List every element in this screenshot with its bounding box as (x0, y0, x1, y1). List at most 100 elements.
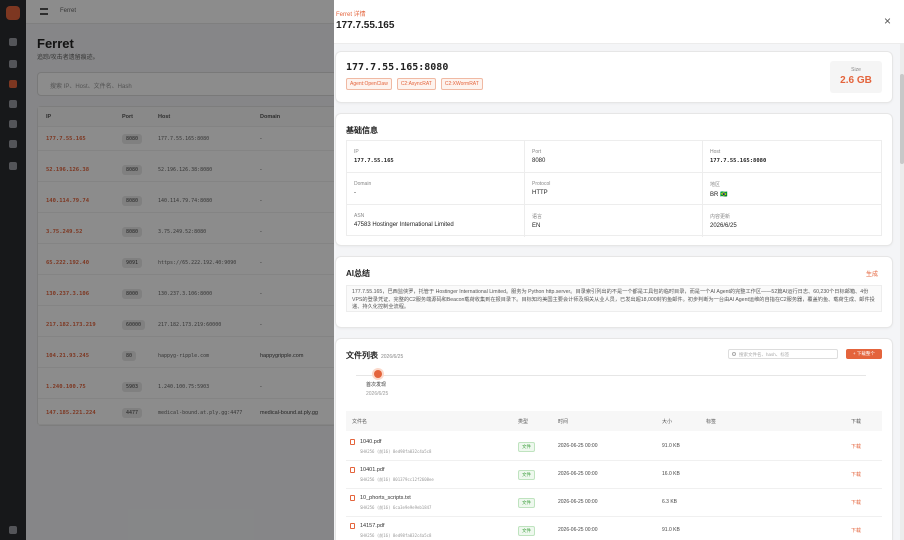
file-type-badge: 文件 (518, 498, 535, 508)
drawer-kicker: Ferret 详情 (336, 12, 366, 18)
file-table-header: 文件名 类型 时间 大小 标签 下载 (346, 411, 882, 431)
file-type-badge: 文件 (518, 470, 535, 480)
size-label: Size (851, 67, 861, 73)
size-value: 2.6 GB (840, 75, 872, 86)
file-list-date: 2026/6/25 (381, 354, 404, 360)
file-time: 2026-06-25 00:00 (558, 443, 598, 449)
basic-info-card: 基础信息 IP 177.7.55.165 Port 8080 Host 177.7.5… (336, 114, 892, 245)
basic-info-title: 基础信息 (346, 126, 378, 135)
file-search-placeholder: 搜索文件名、hash、标签 (739, 352, 790, 357)
file-name[interactable]: 1040.pdf (360, 439, 381, 445)
download-all-button[interactable]: + 下载整个 (846, 349, 882, 359)
size-box: Size 2.6 GB (830, 61, 882, 93)
file-icon (350, 495, 355, 501)
file-time: 2026-06-25 00:00 (558, 527, 598, 533)
file-hash: SHA256 (前16) 801379cc12f2608ee (360, 477, 434, 482)
file-row: 1040.pdf SHA256 (前16) 8ed98fa032c4a5c8 文件 2… (346, 433, 882, 461)
file-type-badge: 文件 (518, 442, 535, 452)
close-icon[interactable]: × (884, 14, 891, 28)
file-search-input[interactable]: 搜索文件名、hash、标签 (728, 349, 838, 359)
tag-badge[interactable]: C2:XWormRAT (440, 78, 483, 90)
ai-summary-text: 177.7.55.165，巴西监侠罗，托管于 Hostinger Interna… (346, 285, 882, 312)
file-list-card: 文件列表 2026/6/25 搜索文件名、hash、标签 + 下载整个 首次发现 … (336, 339, 892, 540)
col-filename: 文件名 (352, 419, 368, 425)
info-key: Domain (354, 181, 372, 187)
endpoint-text: 177.7.55.165:8080 (346, 62, 449, 73)
file-type-badge: 文件 (518, 526, 535, 536)
info-key: 地区 (710, 182, 721, 188)
timeline-date: 2026/6/25 (366, 391, 389, 397)
info-region: 地区 BR 🇧🇷 (703, 173, 881, 205)
col-type: 类型 (518, 419, 529, 425)
info-key: Protocol (532, 181, 551, 187)
file-list-title: 文件列表 2026/6/25 (346, 350, 403, 361)
info-updated: 内容更新 2026/6/25 (703, 205, 881, 237)
info-value: BR 🇧🇷 (710, 192, 728, 198)
file-hash: SHA256 (前16) 8ed98fa032c4a5c8 (360, 449, 432, 454)
info-ip: IP 177.7.55.165 (347, 141, 525, 173)
info-value: - (354, 190, 356, 196)
info-value: HTTP (532, 190, 548, 196)
drawer-title: 177.7.55.165 (336, 20, 395, 31)
timeline-line (356, 375, 866, 376)
search-icon (732, 352, 736, 356)
file-icon (350, 523, 355, 529)
tag-badge[interactable]: C2:AsyncRAT (396, 78, 436, 90)
file-name[interactable]: 14157.pdf (360, 523, 384, 529)
file-time: 2026-06-25 00:00 (558, 499, 598, 505)
tag-list: Agent:OpenClaw C2:AsyncRAT C2:XWormRAT (346, 78, 483, 90)
info-key: 内容更新 (710, 214, 731, 220)
ai-summary-title: AI总结 (346, 269, 370, 278)
info-protocol: Protocol HTTP (525, 173, 703, 205)
endpoint-card: 177.7.55.165:8080 Agent:OpenClaw C2:Asyn… (336, 52, 892, 102)
file-time: 2026-06-25 00:00 (558, 471, 598, 477)
timeline-label: 首次发现 (366, 382, 387, 388)
info-value: 47583 Hostinger International Limited (354, 222, 454, 228)
file-hash: SHA256 (前16) 6ca3e9e9e9eb1847 (360, 505, 432, 510)
col-tags: 标签 (706, 419, 717, 425)
download-link[interactable]: 下载 (851, 443, 861, 450)
file-name[interactable]: 10_phorts_scripts.txt (360, 495, 411, 501)
file-size: 91.0 KB (662, 527, 680, 533)
ai-summary-card: AI总结 生成 177.7.55.165，巴西监侠罗，托管于 Hostinger… (336, 257, 892, 327)
file-size: 91.0 KB (662, 443, 680, 449)
file-icon (350, 439, 355, 445)
info-language: 语言 EN (525, 205, 703, 237)
info-key: IP (354, 149, 359, 155)
download-link[interactable]: 下载 (851, 527, 861, 534)
info-value: EN (532, 223, 541, 229)
file-icon (350, 467, 355, 473)
generate-button[interactable]: 生成 (866, 269, 878, 278)
scrollbar-thumb[interactable] (900, 74, 904, 164)
download-link[interactable]: 下载 (851, 499, 861, 506)
info-key: Port (532, 149, 542, 155)
info-key: Host (710, 149, 721, 155)
info-value: 177.7.55.165 (354, 158, 394, 164)
file-row: 14157.pdf SHA256 (前16) 8ed98fa032c4a5c8 文件… (346, 517, 882, 540)
info-value: 8080 (532, 158, 546, 164)
drawer-scrollbar[interactable] (900, 44, 904, 540)
drawer-header: Ferret 详情 177.7.55.165 × (334, 0, 904, 44)
info-host: Host 177.7.55.165:8080 (703, 141, 881, 173)
timeline-dot-icon[interactable] (374, 370, 382, 378)
info-value: 2026/6/25 (710, 223, 737, 229)
file-name[interactable]: 10401.pdf (360, 467, 384, 473)
file-size: 6.3 KB (662, 499, 678, 505)
file-row: 10401.pdf SHA256 (前16) 801379cc12f2608ee 文… (346, 461, 882, 489)
info-grid: IP 177.7.55.165 Port 8080 Host 177.7.55.165… (346, 140, 882, 237)
file-row: 10_phorts_scripts.txt SHA256 (前16) 6ca3e9… (346, 489, 882, 517)
file-size: 16.0 KB (662, 471, 680, 477)
info-port: Port 8080 (525, 141, 703, 173)
info-domain: Domain - (347, 173, 525, 205)
col-size: 大小 (662, 419, 673, 425)
info-value: 177.7.55.165:8080 (710, 158, 767, 164)
detail-drawer: Ferret 详情 177.7.55.165 × 177.7.55.165:80… (334, 0, 904, 540)
col-time: 时间 (558, 419, 569, 425)
tag-badge[interactable]: Agent:OpenClaw (346, 78, 392, 90)
download-link[interactable]: 下载 (851, 471, 861, 478)
info-key: 语言 (532, 214, 543, 220)
file-hash: SHA256 (前16) 8ed98fa032c4a5c8 (360, 533, 432, 538)
file-list-title-text: 文件列表 (346, 351, 378, 360)
col-download: 下载 (851, 419, 862, 425)
info-asn: ASN 47583 Hostinger International Limited (347, 205, 525, 237)
